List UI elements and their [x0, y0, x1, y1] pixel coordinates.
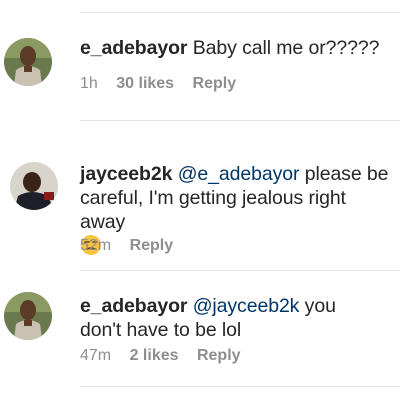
- comment-meta: 1h 30 likes Reply: [80, 74, 250, 94]
- comment-mention[interactable]: @e_adebayor: [178, 163, 300, 185]
- comment-username[interactable]: e_adebayor: [80, 295, 188, 317]
- comment-text: e_adebayor Baby call me or?????: [80, 36, 390, 60]
- comment-body: Baby call me or?????: [192, 37, 380, 59]
- comment-meta: 47m 2 likes Reply: [80, 346, 255, 366]
- comment-item: e_adebayor @jayceeb2k you don't have to …: [0, 270, 400, 400]
- avatar[interactable]: [10, 162, 58, 210]
- likes-count[interactable]: 30 likes: [116, 75, 174, 92]
- divider: [80, 386, 400, 387]
- comment-mention[interactable]: @jayceeb2k: [193, 295, 300, 317]
- comment-item: e_adebayor Baby call me or????? 1h 30 li…: [0, 0, 400, 120]
- avatar[interactable]: [4, 292, 52, 340]
- likes-count[interactable]: 2 likes: [130, 347, 179, 364]
- reply-button[interactable]: Reply: [197, 347, 241, 364]
- comment-time: 52m: [80, 237, 112, 254]
- avatar[interactable]: [4, 38, 52, 86]
- comment-text: e_adebayor @jayceeb2k you don't have to …: [80, 294, 380, 342]
- comment-username[interactable]: e_adebayor: [80, 37, 188, 59]
- reply-button[interactable]: Reply: [193, 75, 237, 92]
- comment-item: jayceeb2k @e_adebayor please be careful,…: [0, 120, 400, 270]
- comment-time: 47m: [80, 347, 112, 364]
- reply-button[interactable]: Reply: [130, 237, 174, 254]
- comment-time: 1h: [80, 75, 98, 92]
- comment-username[interactable]: jayceeb2k: [80, 163, 172, 185]
- comment-meta: 52m Reply: [80, 236, 187, 256]
